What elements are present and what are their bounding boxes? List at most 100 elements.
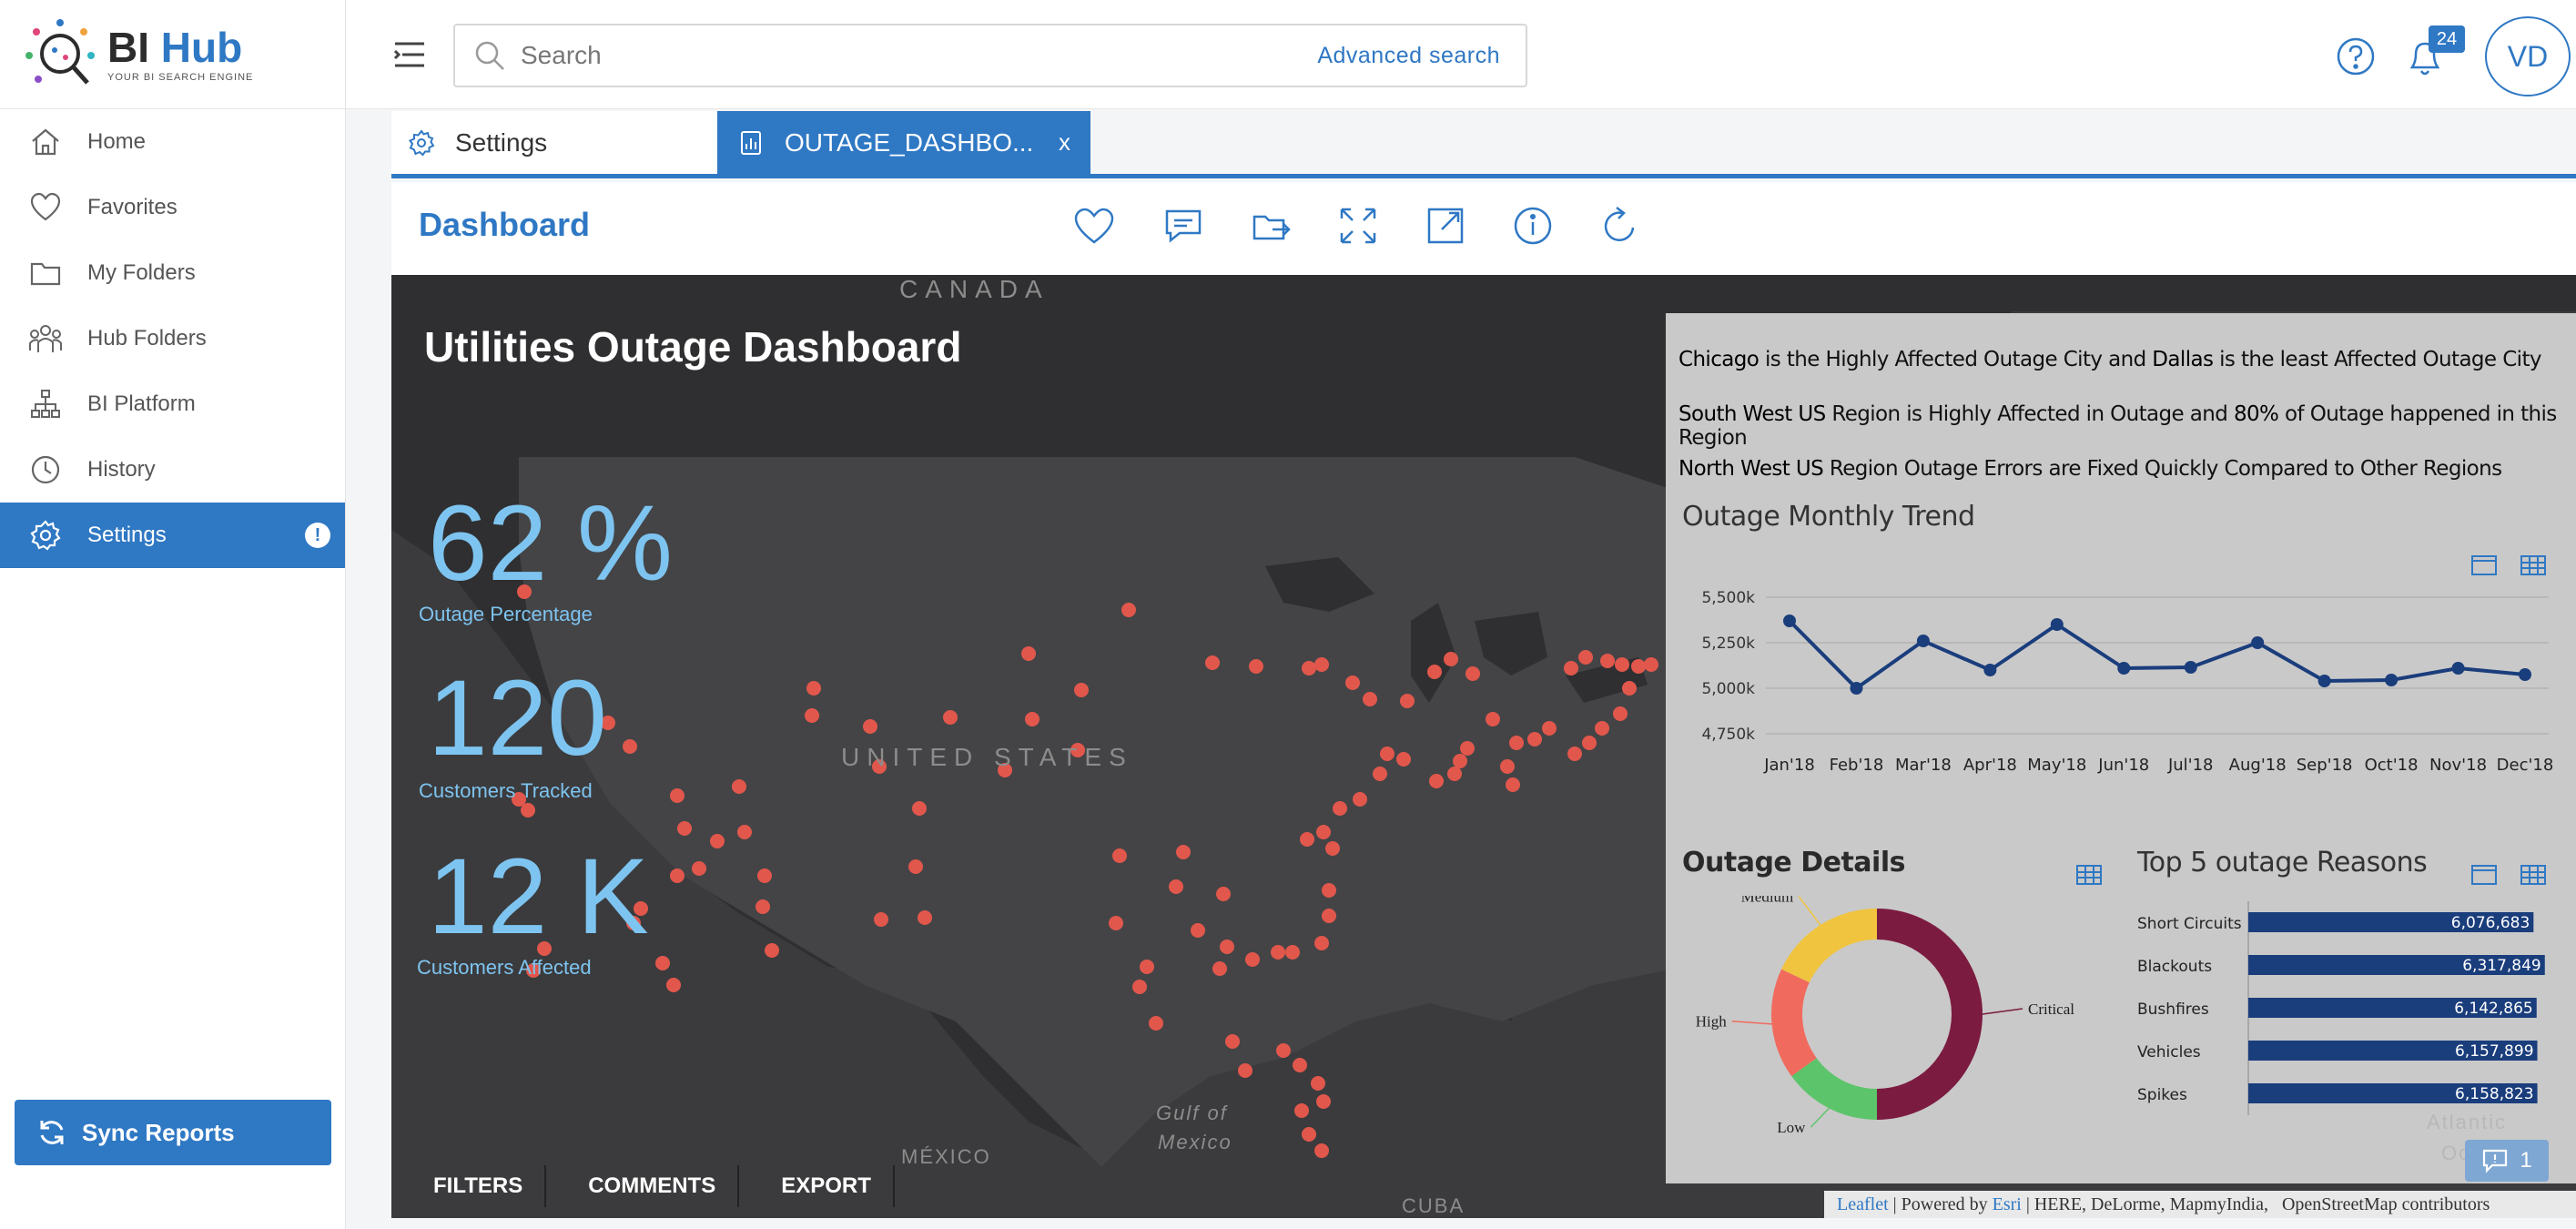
advanced-search-link[interactable]: Advanced search [1317, 43, 1500, 69]
slice-label: Critical [2028, 1000, 2074, 1018]
sidebar-item-favorites[interactable]: Favorites [0, 175, 345, 240]
data-point [2251, 636, 2265, 649]
comment-icon[interactable] [1160, 202, 1207, 249]
users-icon [27, 320, 64, 357]
sidebar-nav: Home Favorites My Folders Hub Folders BI… [0, 109, 345, 568]
map-label-united-states: UNITED STATES [841, 743, 1133, 771]
y-tick-label: 5,250k [1701, 635, 1755, 653]
open-external-icon[interactable] [1422, 202, 1469, 249]
info-icon[interactable] [1509, 202, 1557, 249]
kpi-outage-percentage-label: Outage Percentage [419, 603, 593, 625]
logo[interactable]: BI Hub YOUR BI SEARCH ENGINE [0, 0, 345, 109]
x-tick-label: Jul'18 [2167, 756, 2214, 775]
insight-text: is the Highly Affected Outage City and [1759, 348, 2153, 371]
tab-outage-dashboard[interactable]: OUTAGE_DASHBO... x [717, 111, 1090, 174]
kpi-outage-percentage-value: 62 % [428, 483, 673, 604]
gear-icon [27, 517, 64, 554]
heart-icon [27, 189, 64, 226]
data-point [2184, 661, 2197, 674]
x-tick-label: Nov'18 [2429, 756, 2487, 775]
filters-button[interactable]: FILTERS [391, 1165, 547, 1207]
search-input[interactable] [521, 41, 1303, 70]
donut-slice [1771, 969, 1817, 1077]
expand-icon[interactable] [1334, 202, 1382, 249]
tab-close-button[interactable]: x [1059, 128, 1070, 157]
donut-slice [1781, 909, 1877, 983]
y-tick-label: 4,750k [1701, 726, 1755, 744]
comment-count-button[interactable]: 1 [2465, 1140, 2549, 1182]
home-icon [27, 124, 64, 160]
report-bottom-nav: FILTERS COMMENTS EXPORT [391, 1154, 895, 1218]
x-tick-label: Aug'18 [2229, 756, 2287, 775]
bar-category-label: Blackouts [2137, 958, 2212, 976]
tab-settings[interactable]: Settings [391, 111, 717, 174]
dashboard-map-panel: Utilities Outage Dashboard 62 % Outage P… [391, 275, 2576, 1218]
sync-reports-button[interactable]: Sync Reports [15, 1100, 331, 1165]
tab-dashboard-label: OUTAGE_DASHBO... [785, 127, 1034, 157]
sidebar-item-my-folders[interactable]: My Folders [0, 240, 345, 306]
tab-bar: Settings OUTAGE_DASHBO... x [391, 111, 2576, 178]
insight-line-1: Chicago is the Highly Affected Outage Ci… [1678, 348, 2541, 371]
bar-category-label: Bushfires [2137, 1000, 2209, 1019]
search-icon [475, 41, 504, 70]
leaflet-link[interactable]: Leaflet [1837, 1194, 1889, 1215]
top-bar: Advanced search 24 VD [346, 0, 2576, 109]
insight-highlight: 80% [2233, 402, 2279, 426]
sidebar-item-hub-folders[interactable]: Hub Folders [0, 306, 345, 371]
sidebar-item-home[interactable]: Home [0, 109, 345, 175]
slice-leader [1731, 1020, 1772, 1025]
page-title: Dashboard [419, 206, 591, 243]
comments-button[interactable]: COMMENTS [546, 1165, 740, 1207]
top-outage-reasons-title: Top 5 outage Reasons [2137, 847, 2428, 879]
sidebar-item-bi-platform[interactable]: BI Platform [0, 371, 345, 437]
sidebar-item-settings[interactable]: Settings ! [0, 503, 345, 568]
logo-bi: BI [107, 23, 149, 71]
bar-category-label: Vehicles [2137, 1043, 2201, 1061]
map-label-gulf-1: Gulf of [1156, 1102, 1228, 1124]
favorite-heart-icon[interactable] [1070, 202, 1118, 249]
clock-icon [27, 452, 64, 488]
attribution-text: | Powered by [1888, 1193, 1993, 1214]
refresh-icon[interactable] [1597, 202, 1644, 249]
y-tick-label: 5,000k [1701, 680, 1755, 698]
slice-leader [1798, 896, 1821, 926]
esri-link[interactable]: Esri [1993, 1194, 2022, 1215]
insight-highlight: Dallas [2152, 348, 2214, 371]
tab-settings-label: Settings [455, 127, 548, 157]
donut-slice [1791, 1058, 1877, 1120]
top-outage-reasons-chart[interactable]: Short Circuits 6,076,683 Blackouts 6,317,84… [2121, 901, 2576, 1120]
sidebar-item-history[interactable]: History [0, 437, 345, 503]
menu-toggle-icon[interactable] [391, 36, 428, 73]
insights-panel: Atlantic Ocean Chicago is the Highly Aff… [1666, 313, 2576, 1183]
slice-label: High [1696, 1013, 1728, 1031]
app-root: BI Hub YOUR BI SEARCH ENGINE Home Favori… [0, 0, 2576, 1229]
table-icon[interactable] [2520, 863, 2547, 887]
hierarchy-icon [27, 386, 64, 422]
share-icon[interactable] [1247, 202, 1294, 249]
data-point [1850, 682, 1863, 695]
bar-value-label: 6,157,899 [2455, 1042, 2534, 1061]
user-avatar[interactable]: VD [2485, 16, 2571, 96]
insight-line-2: South West US Region is Highly Affected … [1678, 402, 2576, 450]
data-point [1983, 664, 1997, 676]
data-point [2117, 662, 2131, 675]
y-tick-label: 5,500k [1701, 589, 1755, 607]
outage-details-chart[interactable]: Critical Low High Medium [1666, 896, 2139, 1169]
insight-line-3: North West US Region Outage Errors are F… [1678, 457, 2502, 481]
help-icon[interactable] [2336, 36, 2376, 76]
notification-count-badge: 24 [2429, 25, 2465, 53]
logo-text: BI Hub YOUR BI SEARCH ENGINE [107, 26, 253, 83]
table-icon[interactable] [2075, 863, 2103, 887]
slice-leader [1810, 1107, 1830, 1128]
export-button[interactable]: EXPORT [739, 1165, 895, 1207]
insight-text: is the least Affected Outage City [2213, 348, 2541, 371]
kpi-customers-tracked-label: Customers Tracked [419, 779, 593, 802]
data-point [2451, 662, 2465, 675]
map-label-canada: CANADA [899, 275, 1050, 303]
window-icon[interactable] [2470, 863, 2498, 887]
slice-leader [1982, 1008, 2023, 1015]
sidebar-item-label: Favorites [87, 195, 177, 219]
data-point [1783, 614, 1796, 627]
x-tick-label: Apr'18 [1963, 756, 2017, 775]
bar-value-label: 6,158,823 [2455, 1085, 2534, 1103]
